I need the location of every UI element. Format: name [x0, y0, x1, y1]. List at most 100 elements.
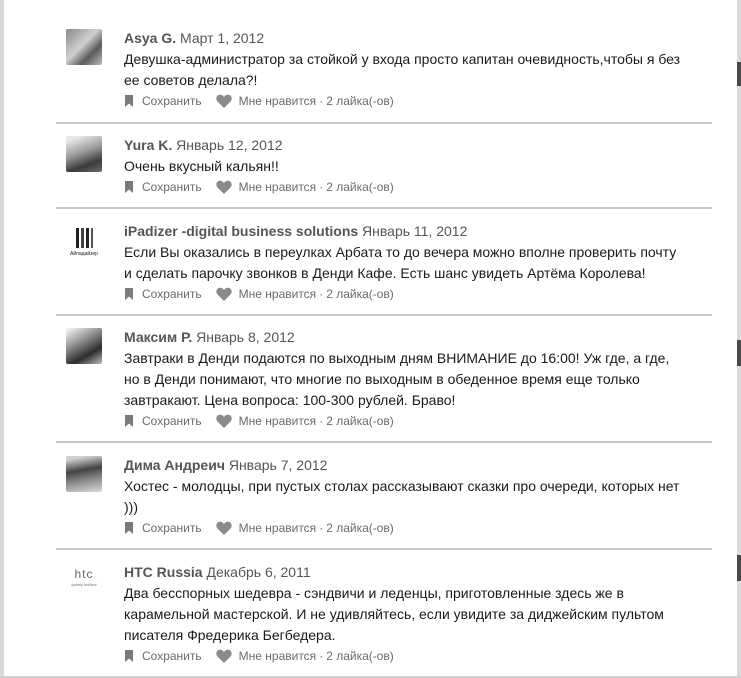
review-actions: Сохранить Мне нравится · 2 лайка(-ов)	[124, 647, 714, 665]
like-count[interactable]: 2 лайка(-ов)	[326, 414, 394, 428]
like-count[interactable]: 2 лайка(-ов)	[326, 180, 394, 194]
like-count[interactable]: 2 лайка(-ов)	[326, 521, 394, 535]
review-text: Два бесспорных шедевра - сэндвичи и леде…	[124, 583, 714, 646]
separator: ·	[319, 649, 324, 663]
bookmark-icon	[125, 522, 133, 534]
heart-icon	[215, 521, 232, 535]
heart-icon	[215, 649, 232, 663]
save-label: Сохранить	[142, 414, 202, 428]
like-label: Мне нравится	[238, 287, 317, 301]
save-label: Сохранить	[142, 649, 202, 663]
separator: ·	[319, 521, 324, 535]
scrollbar-tick	[737, 62, 741, 86]
divider	[56, 314, 712, 316]
reviewer-name[interactable]: Максим Р.	[124, 329, 192, 345]
review-text-line: )))	[124, 499, 138, 515]
review-text-line: Если Вы оказались в переулках Арбата то …	[124, 244, 677, 260]
save-button[interactable]: Сохранить	[124, 521, 202, 535]
review-text-line: ее советов делала?!	[124, 72, 258, 88]
review-text: Очень вкусный кальян!!	[124, 156, 714, 177]
reviewer-name[interactable]: iPadizer -digital business solutions	[124, 223, 358, 239]
review-text-line: но в Денди понимают, что многие по выход…	[124, 371, 640, 387]
like-button[interactable]: Мне нравится	[215, 649, 317, 663]
save-button[interactable]: Сохранить	[124, 94, 202, 108]
scrollbar-tick	[737, 555, 741, 581]
divider	[56, 441, 712, 443]
separator: ·	[319, 414, 324, 428]
scrollbar-tick	[737, 340, 741, 366]
like-count[interactable]: 2 лайка(-ов)	[326, 649, 394, 663]
save-label: Сохранить	[142, 180, 202, 194]
review-text-line: завтракают. Цена вопроса: 100-300 рублей…	[124, 392, 456, 408]
heart-icon	[215, 94, 232, 108]
review-date: Март 1, 2012	[180, 30, 265, 46]
bookmark-icon	[125, 650, 133, 662]
like-label: Мне нравится	[238, 414, 317, 428]
review-text: Если Вы оказались в переулках Арбата то …	[124, 242, 714, 284]
review-text: Завтраки в Денди подаются по выходным дн…	[124, 348, 714, 411]
reviewer-name[interactable]: HTC Russia	[124, 564, 203, 580]
like-label: Мне нравится	[238, 180, 317, 194]
avatar[interactable]	[66, 328, 102, 364]
like-button[interactable]: Мне нравится	[215, 521, 317, 535]
reviewer-name[interactable]: Дима Андреич	[124, 457, 225, 473]
avatar[interactable]	[66, 456, 102, 492]
like-button[interactable]: Мне нравится	[215, 94, 317, 108]
save-button[interactable]: Сохранить	[124, 649, 202, 663]
panel-left-border	[0, 0, 4, 678]
review-date: Декабрь 6, 2011	[206, 564, 311, 580]
review-text-line: Завтраки в Денди подаются по выходным дн…	[124, 350, 670, 366]
like-button[interactable]: Мне нравится	[215, 287, 317, 301]
review-actions: Сохранить Мне нравится · 2 лайка(-ов)	[124, 519, 714, 537]
avatar[interactable]	[66, 136, 102, 172]
save-button[interactable]: Сохранить	[124, 414, 202, 428]
review-actions: Сохранить Мне нравится · 2 лайка(-ов)	[124, 285, 714, 303]
heart-icon	[215, 287, 232, 301]
review-text-line: карамельной мастерской. И не удивляйтесь…	[124, 606, 664, 622]
bookmark-icon	[125, 181, 133, 193]
like-count[interactable]: 2 лайка(-ов)	[326, 287, 394, 301]
save-label: Сохранить	[142, 521, 202, 535]
like-label: Мне нравится	[238, 94, 317, 108]
logo-tagline: quietly brilliant	[71, 582, 97, 587]
save-label: Сохранить	[142, 94, 202, 108]
company-logo: htc	[74, 567, 94, 581]
review-date: Январь 8, 2012	[196, 329, 295, 345]
review-text-line: и сделать парочку звонков в Денди Кафе. …	[124, 265, 646, 281]
logo-caption: Айпадайзер	[70, 251, 98, 257]
avatar[interactable]	[66, 29, 102, 65]
like-button[interactable]: Мне нравится	[215, 180, 317, 194]
review-actions: Сохранить Мне нравится · 2 лайка(-ов)	[124, 92, 714, 110]
avatar[interactable]: Айпадайзер	[66, 226, 102, 262]
separator: ·	[319, 287, 324, 301]
like-button[interactable]: Мне нравится	[215, 414, 317, 428]
like-count[interactable]: 2 лайка(-ов)	[326, 94, 394, 108]
review-actions: Сохранить Мне нравится · 2 лайка(-ов)	[124, 412, 714, 430]
review-text-line: Хостес - молодцы, при пустых столах расс…	[124, 478, 680, 494]
reviews-panel: Asya G. Март 1, 2012 Девушка-администрат…	[0, 0, 741, 678]
reviewer-name[interactable]: Yura K.	[124, 137, 172, 153]
heart-icon	[215, 180, 232, 194]
like-label: Мне нравится	[238, 521, 317, 535]
review-text-line: Очень вкусный кальян!!	[124, 158, 279, 174]
save-label: Сохранить	[142, 287, 202, 301]
reviewer-name[interactable]: Asya G.	[124, 30, 176, 46]
review-text: Хостес - молодцы, при пустых столах расс…	[124, 476, 714, 518]
separator: ·	[319, 94, 324, 108]
review-text-line: Два бесспорных шедевра - сэндвичи и леде…	[124, 585, 624, 601]
save-button[interactable]: Сохранить	[124, 287, 202, 301]
review-text: Девушка-администратор за стойкой у входа…	[124, 49, 714, 91]
divider	[56, 548, 712, 550]
review-actions: Сохранить Мне нравится · 2 лайка(-ов)	[124, 178, 714, 196]
like-label: Мне нравится	[238, 649, 317, 663]
heart-icon	[215, 414, 232, 428]
save-button[interactable]: Сохранить	[124, 180, 202, 194]
bookmark-icon	[125, 95, 133, 107]
review-text-line: Девушка-администратор за стойкой у входа…	[124, 51, 681, 67]
bookmark-icon	[125, 415, 133, 427]
review-date: Январь 11, 2012	[362, 223, 468, 239]
avatar[interactable]: htc quietly brilliant	[66, 563, 102, 599]
separator: ·	[319, 180, 324, 194]
divider	[56, 207, 712, 209]
bookmark-icon	[125, 288, 133, 300]
